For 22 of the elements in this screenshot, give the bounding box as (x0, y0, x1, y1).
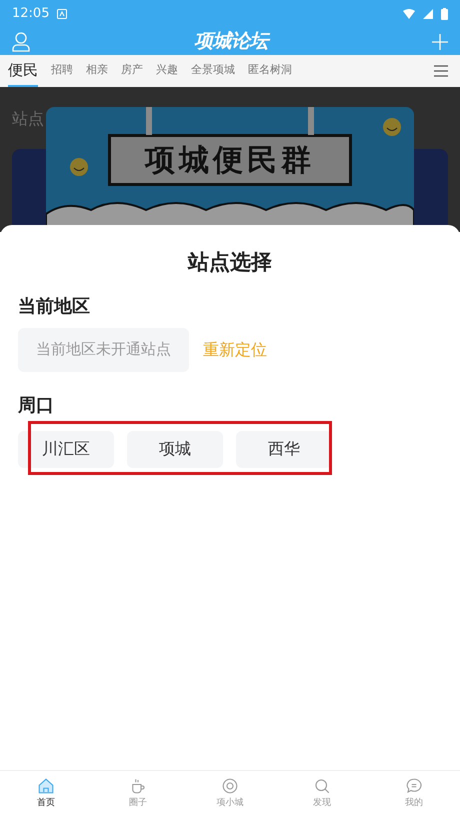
section-heading: 当前地区 (18, 294, 90, 318)
nav-tab[interactable]: 我的 (368, 777, 460, 811)
nav-tab[interactable]: 项小城 (184, 777, 276, 811)
category-tab[interactable]: 相亲 (86, 55, 108, 87)
category-tab[interactable]: 匿名树洞 (248, 55, 292, 87)
location-status: 当前地区未开通站点 (18, 328, 189, 372)
site-option[interactable]: 川汇区 (18, 430, 114, 468)
category-tab[interactable]: 全景项城 (191, 55, 235, 87)
nav-tab[interactable]: 发现 (276, 777, 368, 811)
category-tab[interactable]: 房产 (121, 55, 143, 87)
sheet-title: 站点选择 (188, 249, 272, 276)
category-tab[interactable]: 兴趣 (156, 55, 178, 87)
sign-board: 项城便民群 (108, 134, 352, 186)
nav-tab[interactable]: 首页 (0, 777, 92, 811)
site-option[interactable]: 西华 (236, 430, 332, 468)
nav-tab[interactable]: 圈子 (92, 777, 184, 811)
section-heading: 周口 (18, 394, 54, 418)
status-time: 12:05 (12, 5, 50, 24)
section-title: 站点 (12, 108, 44, 130)
app-logo: 项城论坛 (194, 29, 268, 54)
site-option[interactable]: 项城 (127, 430, 223, 468)
category-tab[interactable]: 招聘 (51, 55, 73, 87)
